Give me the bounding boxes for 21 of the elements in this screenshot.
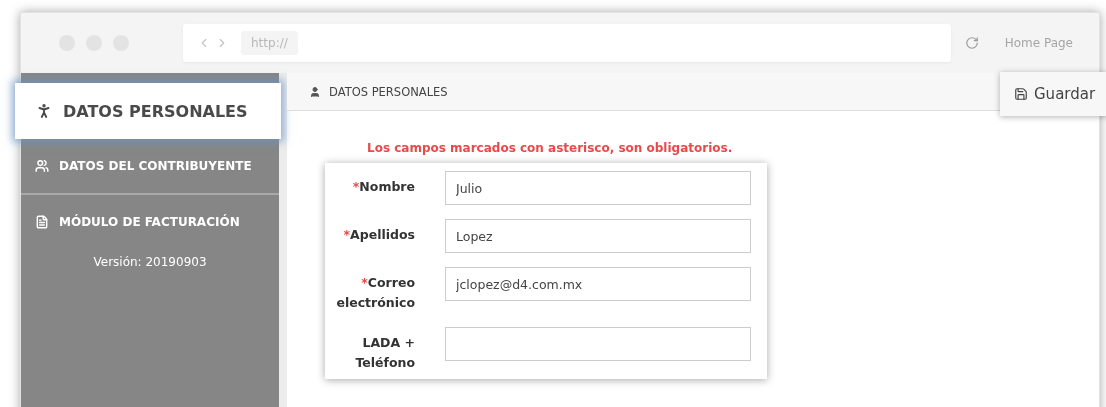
url-text: http://: [241, 31, 298, 55]
sidebar-item[interactable]: MÓDULO DE FACTURACIÓN: [21, 195, 279, 249]
field-label: *Apellidos: [342, 226, 415, 244]
required-notice: Los campos marcados con asterisco, son obligatorios.: [367, 141, 734, 155]
users-icon: [35, 159, 49, 173]
input-field[interactable]: jclopez@d4.com.mx: [445, 267, 751, 301]
input-field[interactable]: [445, 327, 751, 361]
version-text: Versión: 20190903: [92, 255, 208, 269]
sidebar-item[interactable]: DATOS DEL CONTRIBUYENTE: [21, 139, 279, 195]
field-label: *Nombre: [351, 178, 415, 196]
save-icon: [1014, 87, 1028, 101]
save-button[interactable]: Guardar: [1000, 72, 1106, 116]
sidebar-item[interactable]: DATOS PERSONALES: [15, 83, 281, 139]
input-field[interactable]: Julio: [445, 171, 751, 205]
reload-icon[interactable]: [964, 36, 979, 50]
input-field[interactable]: Lopez: [445, 219, 751, 253]
user-icon: [309, 85, 321, 98]
field-label: *Correo electrónico: [335, 274, 415, 312]
field-label: LADA + Teléfono: [354, 334, 415, 372]
document-icon: [35, 215, 49, 229]
section-title: DATOS PERSONALES: [329, 84, 448, 99]
